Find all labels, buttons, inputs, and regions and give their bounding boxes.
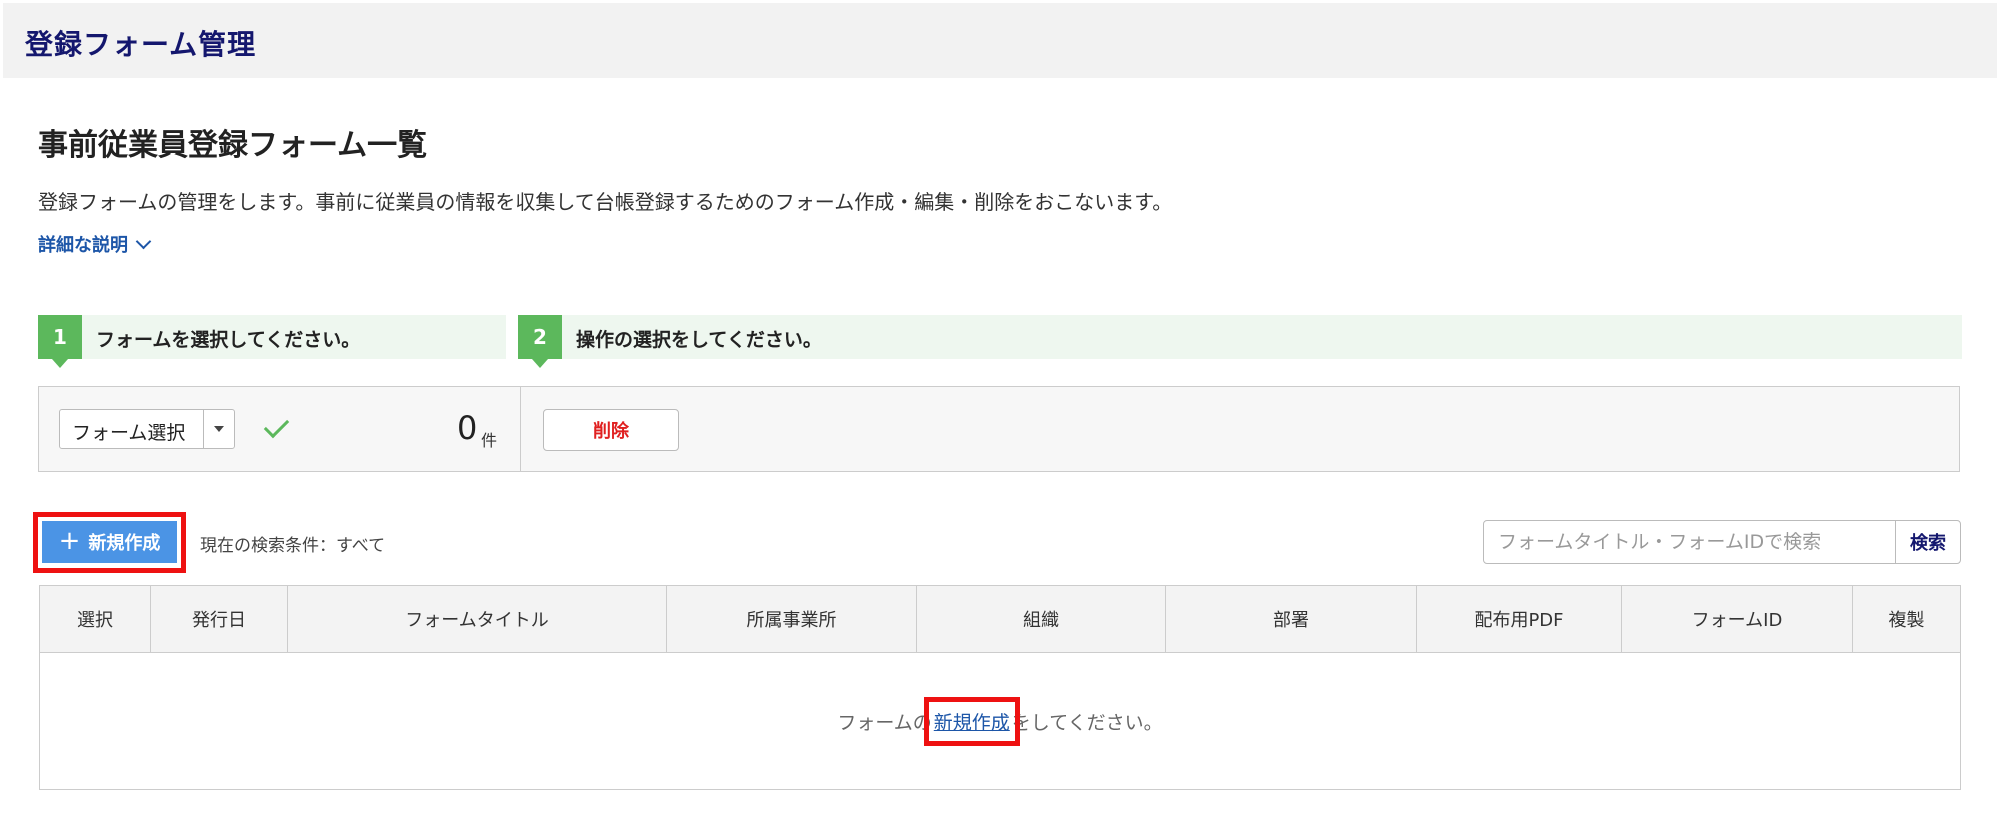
step-1: 1 フォームを選択してください。	[38, 315, 506, 368]
new-form-link[interactable]: 新規作成	[934, 712, 1010, 734]
panel-divider	[520, 387, 521, 471]
step-1-number: 1	[38, 315, 82, 368]
column-header-form-title: フォームタイトル	[288, 586, 667, 652]
header-bar: 登録フォーム管理	[3, 3, 1997, 78]
check-icon	[263, 412, 290, 439]
empty-message-prefix: フォームの	[837, 712, 932, 734]
table-header: 選択 発行日 フォームタイトル 所属事業所 組織 部署 配布用PDF フォームI…	[40, 586, 1960, 653]
step-2-number: 2	[518, 315, 562, 368]
detail-link-label: 詳細な説明	[38, 235, 128, 256]
search-button[interactable]: 検索	[1895, 520, 1961, 564]
column-header-pdf: 配布用PDF	[1417, 586, 1622, 652]
column-header-department: 部署	[1166, 586, 1417, 652]
detail-toggle-link[interactable]: 詳細な説明	[38, 231, 152, 257]
column-header-issue-date: 発行日	[151, 586, 288, 652]
highlight-frame-new-link: 新規作成	[923, 697, 1020, 746]
column-header-duplicate: 複製	[1888, 610, 1925, 631]
selected-count: 0	[457, 409, 478, 447]
selected-count-unit: 件	[481, 431, 498, 450]
empty-state-message: フォームの 新規作成 をしてください。	[40, 697, 1960, 746]
page-description: 登録フォームの管理をします。事前に従業員の情報を収集して台帳登録するためのフォー…	[38, 190, 1173, 214]
column-header-office: 所属事業所	[667, 586, 917, 652]
page-title: 事前従業員登録フォーム一覧	[38, 128, 428, 163]
column-header-organization: 組織	[917, 586, 1166, 652]
step-2: 2 操作の選択をしてください。	[518, 315, 1962, 368]
search-input[interactable]	[1483, 520, 1896, 564]
form-select-label: フォーム選択	[72, 422, 186, 444]
dropdown-caret-icon	[214, 426, 224, 432]
search-condition-text: 現在の検索条件：すべて	[200, 536, 386, 556]
chevron-down-icon	[135, 233, 152, 249]
empty-message-suffix: をしてください。	[1011, 712, 1163, 734]
app-title: 登録フォーム管理	[25, 28, 257, 61]
dropdown-caret-button[interactable]	[203, 410, 234, 448]
step-2-label: 操作の選択をしてください。	[576, 329, 822, 351]
form-select-dropdown[interactable]: フォーム選択	[59, 409, 235, 449]
delete-button[interactable]: 削除	[543, 409, 679, 451]
new-form-button-label: 新規作成	[88, 533, 161, 554]
column-header-select: 選択	[40, 586, 151, 652]
plus-icon: +	[58, 525, 81, 556]
step-1-label: フォームを選択してください。	[96, 329, 361, 351]
new-form-button[interactable]: + 新規作成	[42, 521, 177, 563]
operation-panel: フォーム選択 0 件 削除	[38, 386, 1960, 472]
forms-table: 選択 発行日 フォームタイトル 所属事業所 組織 部署 配布用PDF フォームI…	[39, 585, 1961, 790]
column-header-form-id: フォームID	[1622, 586, 1853, 652]
